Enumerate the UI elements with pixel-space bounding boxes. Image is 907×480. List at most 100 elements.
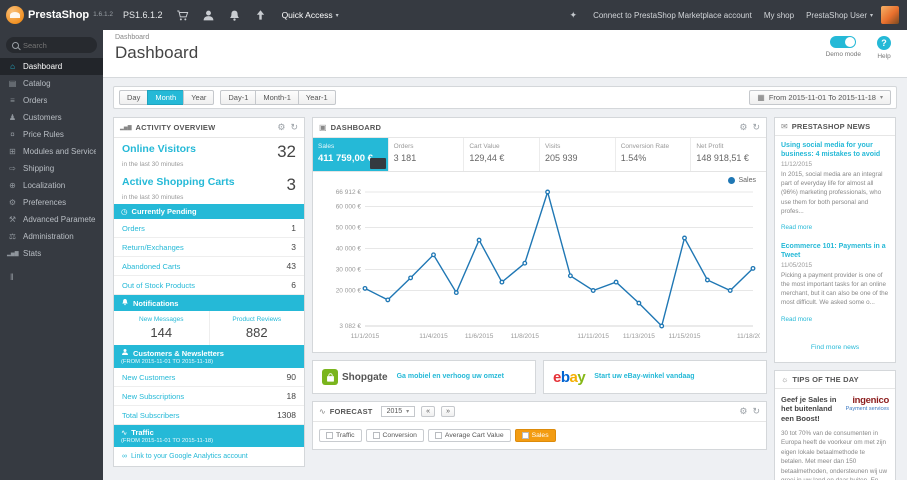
shopgate-module-card[interactable]: Shopgate Ga mobiel en verhoog uw omzet <box>312 360 536 394</box>
date-toolbar: Day Month Year Day-1 Month-1 Year-1 ▦ Fr… <box>113 86 897 109</box>
month-1-button[interactable]: Month-1 <box>255 90 299 105</box>
shopgate-link[interactable]: Ga mobiel en verhoog uw omzet <box>397 372 504 381</box>
gear-icon[interactable]: ⚙ <box>739 122 747 133</box>
total-subscribers-row[interactable]: Total Subscribers 1308 <box>114 406 304 425</box>
sidebar-item-advanced-parameters[interactable]: ⚒ Advanced Parameters <box>0 211 103 228</box>
range-button-group: Day Month Year <box>119 90 215 105</box>
user-menu[interactable]: PrestaShop User ▾ <box>806 11 873 20</box>
sidebar-item-modules-and-services[interactable]: ⊞ Modules and Services <box>0 143 103 160</box>
forecast-legend-sales[interactable]: Sales <box>514 429 556 442</box>
refresh-icon[interactable]: ↻ <box>752 406 760 417</box>
forecast-prev-button[interactable]: « <box>421 406 436 417</box>
active-carts-link[interactable]: Active Shopping Carts <box>122 176 235 188</box>
product-reviews-cell[interactable]: Product Reviews 882 <box>208 311 305 345</box>
day-button[interactable]: Day <box>119 90 149 105</box>
year-button[interactable]: Year <box>183 90 215 105</box>
stat-value: 6 <box>291 280 296 290</box>
demo-mode-control: Demo mode <box>826 36 861 60</box>
sidebar-item-shipping[interactable]: ⇨ Shipping <box>0 160 103 177</box>
collapse-sidebar-button[interactable]: ‖ <box>10 272 103 282</box>
day-1-button[interactable]: Day-1 <box>220 90 257 105</box>
checkbox-icon <box>326 432 333 439</box>
middle-column: ▣ DASHBOARD ⚙ ↻ Sales 411 759,00 € Orders… <box>312 117 767 450</box>
forecast-legend: Traffic Conversion Average Cart Value Sa… <box>313 422 766 449</box>
prestashop-home-link[interactable]: PrestaShop 1.6.1.2 <box>6 6 113 24</box>
forecast-legend-traffic[interactable]: Traffic <box>319 429 362 442</box>
gear-icon[interactable]: ⚙ <box>277 122 285 133</box>
ebay-link[interactable]: Start uw eBay-winkel vandaag <box>594 372 694 381</box>
dashboard-panel-header: ▣ DASHBOARD ⚙ ↻ <box>313 118 766 138</box>
notifications-grid: New Messages 144 Product Reviews 882 <box>114 311 304 345</box>
month-button[interactable]: Month <box>147 90 185 105</box>
bell-icon <box>121 298 129 308</box>
new-subscriptions-row[interactable]: New Subscriptions 18 <box>114 387 304 406</box>
ingenico-logo: ingenico Payment services <box>846 395 890 412</box>
kpi-cart-value-tab[interactable]: Cart Value 129,44 € <box>464 138 541 171</box>
bell-icon[interactable] <box>228 9 241 22</box>
sidebar: ⌂ Dashboard ▤ Catalog ≡ Orders ♟ Customers ¤… <box>0 30 103 480</box>
sidebar-item-label: Orders <box>23 96 48 105</box>
date-range-button[interactable]: ▦ From 2015-11-01 To 2015-11-18 ▾ <box>749 90 891 105</box>
sidebar-item-price-rules[interactable]: ¤ Price Rules <box>0 126 103 143</box>
abandoned-carts-row[interactable]: Abandoned Carts 43 <box>114 257 304 276</box>
year-1-button[interactable]: Year-1 <box>297 90 336 105</box>
launch-arrow-icon[interactable] <box>254 9 267 22</box>
forecast-legend-conversion[interactable]: Conversion <box>365 429 424 442</box>
sidebar-item-preferences[interactable]: ⚙ Preferences <box>0 194 103 211</box>
svg-text:11/1/2015: 11/1/2015 <box>351 333 380 340</box>
page-header: Dashboard Dashboard Demo mode ? Help <box>103 30 907 78</box>
person-icon <box>121 348 129 358</box>
sidebar-search[interactable] <box>6 37 97 53</box>
svg-text:11/11/2015: 11/11/2015 <box>577 333 609 340</box>
activity-panel-title: ACTIVITY OVERVIEW <box>135 123 216 132</box>
user-avatar[interactable] <box>881 6 899 24</box>
refresh-icon[interactable]: ↻ <box>290 122 298 133</box>
ebay-module-card[interactable]: ebay Start uw eBay-winkel vandaag <box>543 360 767 394</box>
pending-orders-row[interactable]: Orders 1 <box>114 219 304 238</box>
stat-label: Orders <box>122 223 145 233</box>
news-panel-header: ✉ PRESTASHOP NEWS <box>775 118 895 136</box>
quick-access-menu[interactable]: Quick Access ▾ <box>282 10 339 20</box>
search-input[interactable] <box>23 40 83 50</box>
read-more-link[interactable]: Read more <box>781 316 812 323</box>
kpi-label: Cart Value <box>469 143 500 150</box>
kpi-value: 129,44 € <box>469 153 505 163</box>
forecast-year-select[interactable]: 2015 ▾ <box>380 406 416 417</box>
forecast-next-button[interactable]: » <box>441 406 455 417</box>
gear-icon[interactable]: ⚙ <box>739 406 747 417</box>
person-icon[interactable] <box>202 9 215 22</box>
sidebar-item-administration[interactable]: ⚖ Administration <box>0 228 103 245</box>
sidebar-item-orders[interactable]: ≡ Orders <box>0 92 103 109</box>
find-more-news-link[interactable]: Find more news <box>811 344 859 351</box>
new-customers-row[interactable]: New Customers 90 <box>114 368 304 387</box>
news-article-title[interactable]: Using social media for your business: 4 … <box>781 141 889 159</box>
kpi-visits-tab[interactable]: Visits 205 939 <box>540 138 616 171</box>
kpi-sales-tab[interactable]: Sales 411 759,00 € <box>313 138 389 171</box>
online-visitors-metric: Online Visitors 32 in the last 30 minute… <box>114 138 304 171</box>
pending-returns-row[interactable]: Return/Exchanges 3 <box>114 238 304 257</box>
google-analytics-link[interactable]: ∞ Link to your Google Analytics account <box>114 447 304 466</box>
kpi-net-profit-tab[interactable]: Net Profit 148 918,51 € <box>691 138 766 171</box>
kpi-orders-tab[interactable]: Orders 3 181 <box>389 138 465 171</box>
dashboard-panel: ▣ DASHBOARD ⚙ ↻ Sales 411 759,00 € Orders… <box>312 117 767 353</box>
kpi-conversion-rate-tab[interactable]: Conversion Rate 1.54% <box>616 138 692 171</box>
sidebar-item-customers[interactable]: ♟ Customers <box>0 109 103 126</box>
refresh-icon[interactable]: ↻ <box>752 122 760 133</box>
out-of-stock-row[interactable]: Out of Stock Products 6 <box>114 276 304 295</box>
my-shop-link[interactable]: My shop <box>764 11 794 20</box>
online-visitors-link[interactable]: Online Visitors <box>122 143 196 155</box>
sidebar-item-catalog[interactable]: ▤ Catalog <box>0 75 103 92</box>
help-icon[interactable]: ? <box>877 36 891 50</box>
sidebar-item-stats[interactable]: ▂▅▇ Stats <box>0 245 103 262</box>
cart-icon[interactable] <box>176 9 189 22</box>
sidebar-item-localization[interactable]: ⊕ Localization <box>0 177 103 194</box>
sales-kpi-badge <box>369 158 386 169</box>
sidebar-item-dashboard[interactable]: ⌂ Dashboard <box>0 58 103 75</box>
read-more-link[interactable]: Read more <box>781 224 812 231</box>
new-messages-cell[interactable]: New Messages 144 <box>114 311 209 345</box>
news-article-title[interactable]: Ecommerce 101: Payments in a Tweet <box>781 242 889 260</box>
demo-mode-toggle[interactable] <box>830 36 857 48</box>
forecast-legend-average-cart-value[interactable]: Average Cart Value <box>427 429 511 442</box>
marketplace-link[interactable]: Connect to PrestaShop Marketplace accoun… <box>593 11 752 20</box>
sidebar-item-label: Stats <box>23 249 42 258</box>
